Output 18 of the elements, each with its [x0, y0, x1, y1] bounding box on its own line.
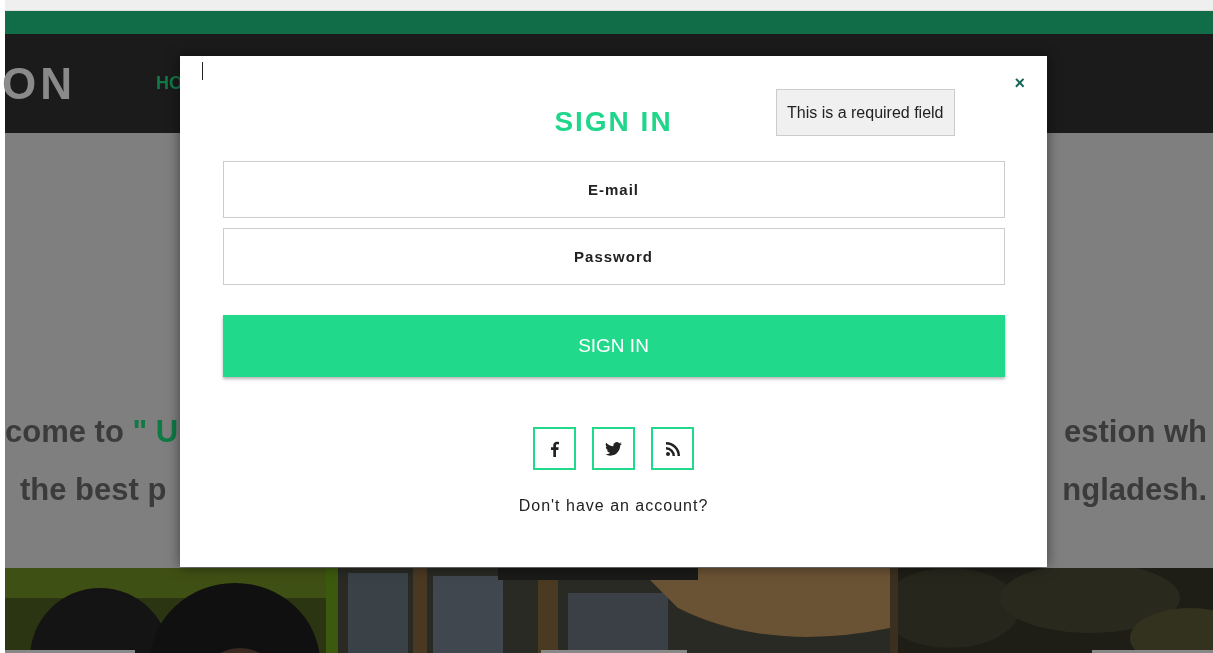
hero-text: come to " U [5, 414, 179, 450]
dialog-title: SIGN IN [554, 106, 673, 138]
hero-text: estion wh [1064, 414, 1208, 450]
input-field[interactable]: Password [222, 228, 1005, 285]
text-cursor [202, 62, 203, 80]
bird-icon [605, 441, 622, 456]
social-button[interactable] [533, 427, 576, 470]
social-button[interactable] [592, 427, 635, 470]
hero-text: the best p [19, 472, 167, 508]
hero-text: ngladesh. [1062, 472, 1208, 508]
signup-prompt: Don't have an account? [518, 497, 709, 515]
close-button[interactable]: × [1014, 73, 1025, 94]
rss-icon [665, 441, 680, 456]
social-button[interactable] [651, 427, 694, 470]
input-field[interactable]: E-mail [222, 161, 1005, 218]
facebook-icon [550, 440, 559, 457]
tooltip: This is a required field [776, 89, 955, 136]
sign-in-button[interactable]: SIGN IN [222, 315, 1005, 377]
